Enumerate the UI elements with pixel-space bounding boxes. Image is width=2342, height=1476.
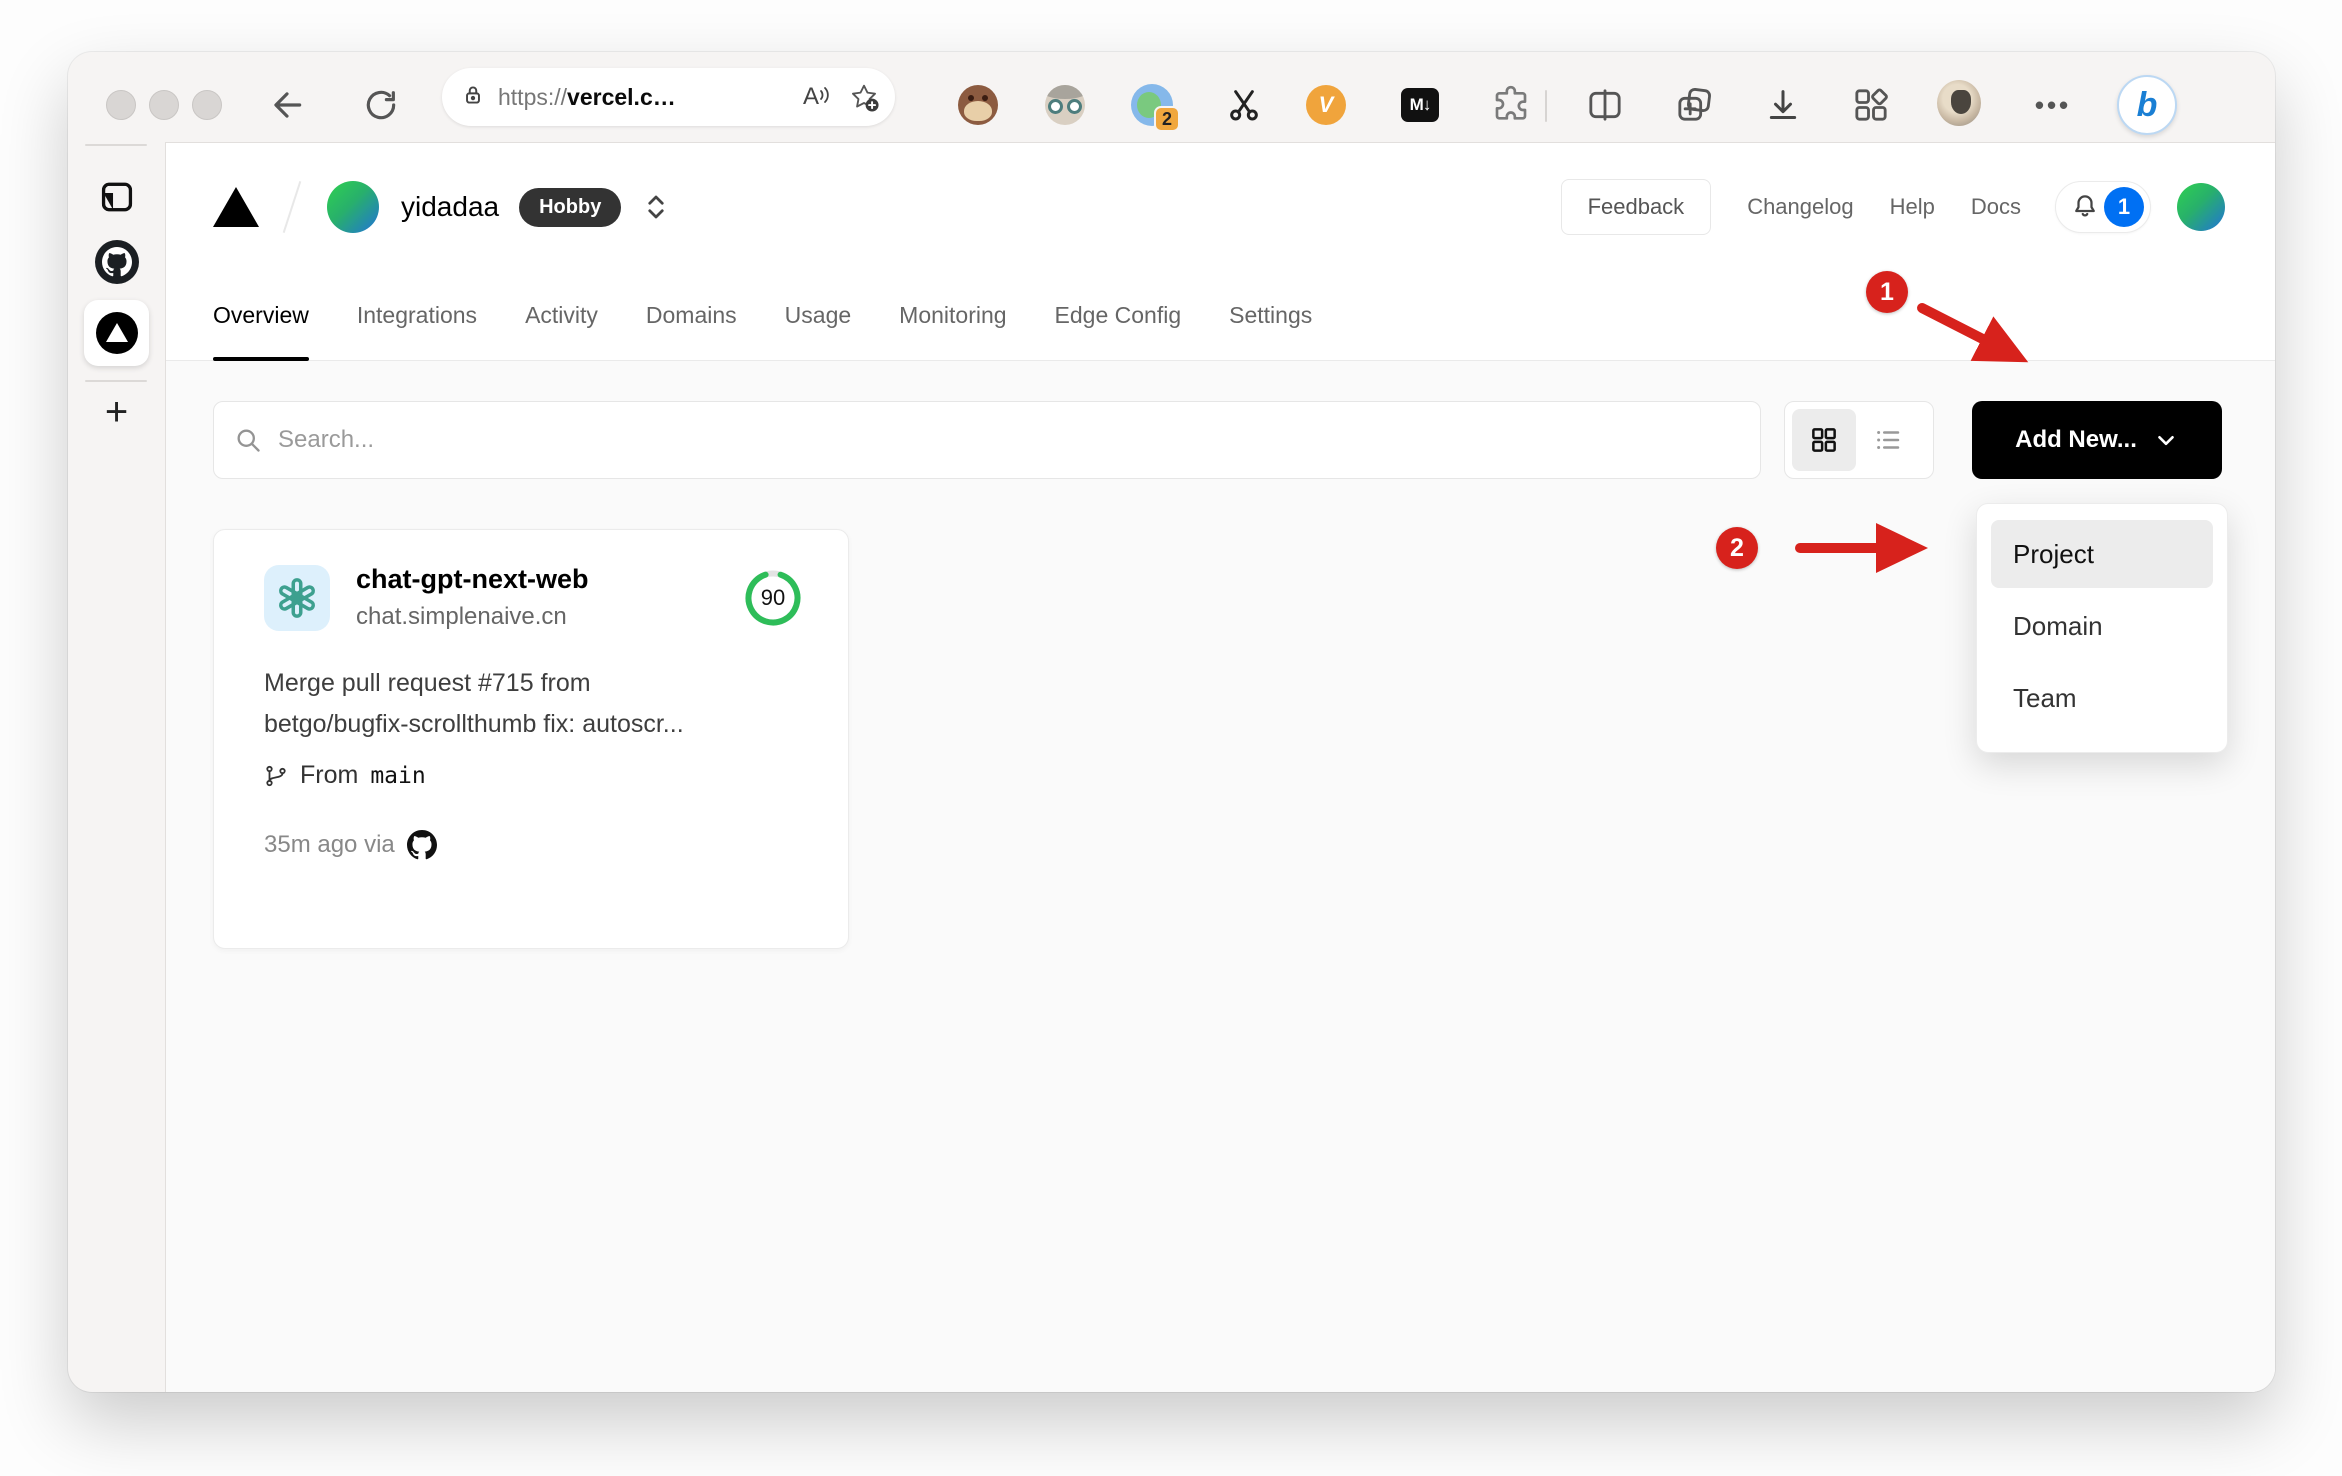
dashboard-content: Add New... xyxy=(166,361,2275,1392)
reload-icon[interactable] xyxy=(359,83,403,127)
split-screen-icon[interactable] xyxy=(1583,83,1627,127)
profile-avatar[interactable] xyxy=(1937,80,1981,126)
ext-badge-count: 2 xyxy=(1154,106,1180,132)
tab-activity[interactable]: Activity xyxy=(525,271,598,360)
vercel-logo[interactable] xyxy=(213,187,259,227)
tab-integrations[interactable]: Integrations xyxy=(357,271,477,360)
github-icon xyxy=(406,830,437,860)
annotation-step-2-badge: 2 xyxy=(1716,527,1758,569)
project-favicon-tile xyxy=(264,564,330,631)
deployment-meta: 35m ago via xyxy=(264,830,802,860)
bell-icon xyxy=(2075,195,2095,217)
download-icon[interactable] xyxy=(1761,83,1805,127)
tab-panel-icon[interactable] xyxy=(68,178,165,216)
more-icon[interactable]: ••• xyxy=(2031,83,2075,127)
screenshot-stage: https://vercel.c… A 2 V M↓ ••• b + yidad… xyxy=(0,0,2342,1476)
github-icon xyxy=(101,247,132,277)
traffic-light-minimize[interactable] xyxy=(149,90,179,120)
back-icon[interactable] xyxy=(265,83,309,127)
grid-view-button[interactable] xyxy=(1792,409,1856,471)
list-view-icon xyxy=(1877,431,1900,449)
read-aloud-icon[interactable]: A xyxy=(803,83,833,111)
plan-badge: Hobby xyxy=(519,187,622,227)
score-ring: 90 xyxy=(744,569,802,627)
vercel-header: yidadaa Hobby Feedback Changelog Help Do… xyxy=(166,143,2275,271)
team-avatar[interactable] xyxy=(327,181,379,233)
address-bar[interactable]: https://vercel.c… A xyxy=(442,68,895,126)
search-input[interactable] xyxy=(278,426,1740,454)
tab-monitoring[interactable]: Monitoring xyxy=(899,271,1006,360)
add-new-dropdown: Project Domain Team xyxy=(1976,503,2228,753)
scope-switcher-icon[interactable] xyxy=(641,190,671,224)
scissors-icon[interactable] xyxy=(1222,83,1266,127)
branch-name: main xyxy=(370,762,426,789)
tab-manager-ext-icon[interactable]: 2 xyxy=(1130,83,1180,132)
project-card[interactable]: chat-gpt-next-web chat.simplenaive.cn 90 xyxy=(213,529,849,949)
notifications-button[interactable]: 1 xyxy=(2055,181,2151,233)
browser-toolbar: https://vercel.c… A 2 V M↓ ••• b xyxy=(68,52,2275,142)
team-name[interactable]: yidadaa xyxy=(401,191,499,223)
git-branch-icon xyxy=(266,765,286,786)
dashboard-tab-bar: Overview Integrations Activity Domains U… xyxy=(166,271,2275,361)
tab-usage[interactable]: Usage xyxy=(785,271,851,360)
dropdown-item-domain[interactable]: Domain xyxy=(1991,592,2213,660)
tab-domains[interactable]: Domains xyxy=(646,271,737,360)
commit-message[interactable]: Merge pull request #715 from betgo/bugfi… xyxy=(264,663,802,745)
add-new-button[interactable]: Add New... xyxy=(1972,401,2222,479)
github-favicon[interactable] xyxy=(68,240,165,284)
docs-link[interactable]: Docs xyxy=(1971,194,2021,220)
traffic-light-zoom[interactable] xyxy=(192,90,222,120)
vercel-favicon-active-tab[interactable] xyxy=(84,300,149,366)
score-value: 90 xyxy=(760,584,786,610)
vercel-favicon xyxy=(95,312,138,354)
project-search[interactable] xyxy=(213,401,1761,479)
annotation-step-1-badge: 1 xyxy=(1866,271,1908,313)
tab-edge-config[interactable]: Edge Config xyxy=(1055,271,1182,360)
vercel-page: yidadaa Hobby Feedback Changelog Help Do… xyxy=(165,142,2275,1392)
sidebar-divider-bottom xyxy=(85,380,147,382)
tab-settings[interactable]: Settings xyxy=(1229,271,1312,360)
dropdown-item-team[interactable]: Team xyxy=(1991,664,2213,732)
browser-window: https://vercel.c… A 2 V M↓ ••• b + yidad… xyxy=(68,52,2275,1392)
markdown-download-icon[interactable]: M↓ xyxy=(1398,83,1442,127)
avatar-ext-icon[interactable] xyxy=(1043,83,1087,127)
url-text: https://vercel.c… xyxy=(498,83,676,110)
user-avatar[interactable] xyxy=(2177,183,2225,231)
copilot-bing-icon[interactable]: b xyxy=(2117,75,2177,135)
project-name[interactable]: chat-gpt-next-web xyxy=(356,564,589,595)
chevron-down-icon xyxy=(2158,435,2174,446)
window-body: + yidadaa Hobby Feedback Changelog Help … xyxy=(68,142,2275,1392)
branch-prefix: From xyxy=(300,761,359,789)
project-domain[interactable]: chat.simplenaive.cn xyxy=(356,603,589,631)
tampermonkey-icon[interactable] xyxy=(956,83,1000,127)
favorite-add-icon[interactable] xyxy=(849,82,879,112)
new-tab-plus[interactable]: + xyxy=(68,392,165,432)
breadcrumb-slash xyxy=(282,181,302,233)
v-ext-icon[interactable]: V xyxy=(1304,83,1348,127)
vertical-tabs-sidebar: + xyxy=(68,142,165,1392)
search-icon xyxy=(237,429,260,452)
openai-logo-icon xyxy=(279,577,315,618)
feedback-button[interactable]: Feedback xyxy=(1560,179,1712,235)
dropdown-item-project[interactable]: Project xyxy=(1991,520,2213,588)
grid-view-icon xyxy=(1812,428,1836,452)
branch-row: From main xyxy=(264,761,802,790)
apps-grid-icon[interactable] xyxy=(1849,83,1893,127)
extensions-puzzle-icon[interactable] xyxy=(1489,83,1533,127)
list-view-button[interactable] xyxy=(1856,409,1920,471)
toolbar-divider xyxy=(1545,90,1547,122)
traffic-light-close[interactable] xyxy=(106,90,136,120)
tab-overview[interactable]: Overview xyxy=(213,271,309,361)
changelog-link[interactable]: Changelog xyxy=(1747,194,1853,220)
view-toggle xyxy=(1784,401,1934,479)
help-link[interactable]: Help xyxy=(1890,194,1935,220)
lock-icon xyxy=(460,82,486,113)
collections-icon[interactable] xyxy=(1672,83,1716,127)
notification-count-badge: 1 xyxy=(2104,187,2144,227)
sidebar-divider-top xyxy=(85,144,147,146)
